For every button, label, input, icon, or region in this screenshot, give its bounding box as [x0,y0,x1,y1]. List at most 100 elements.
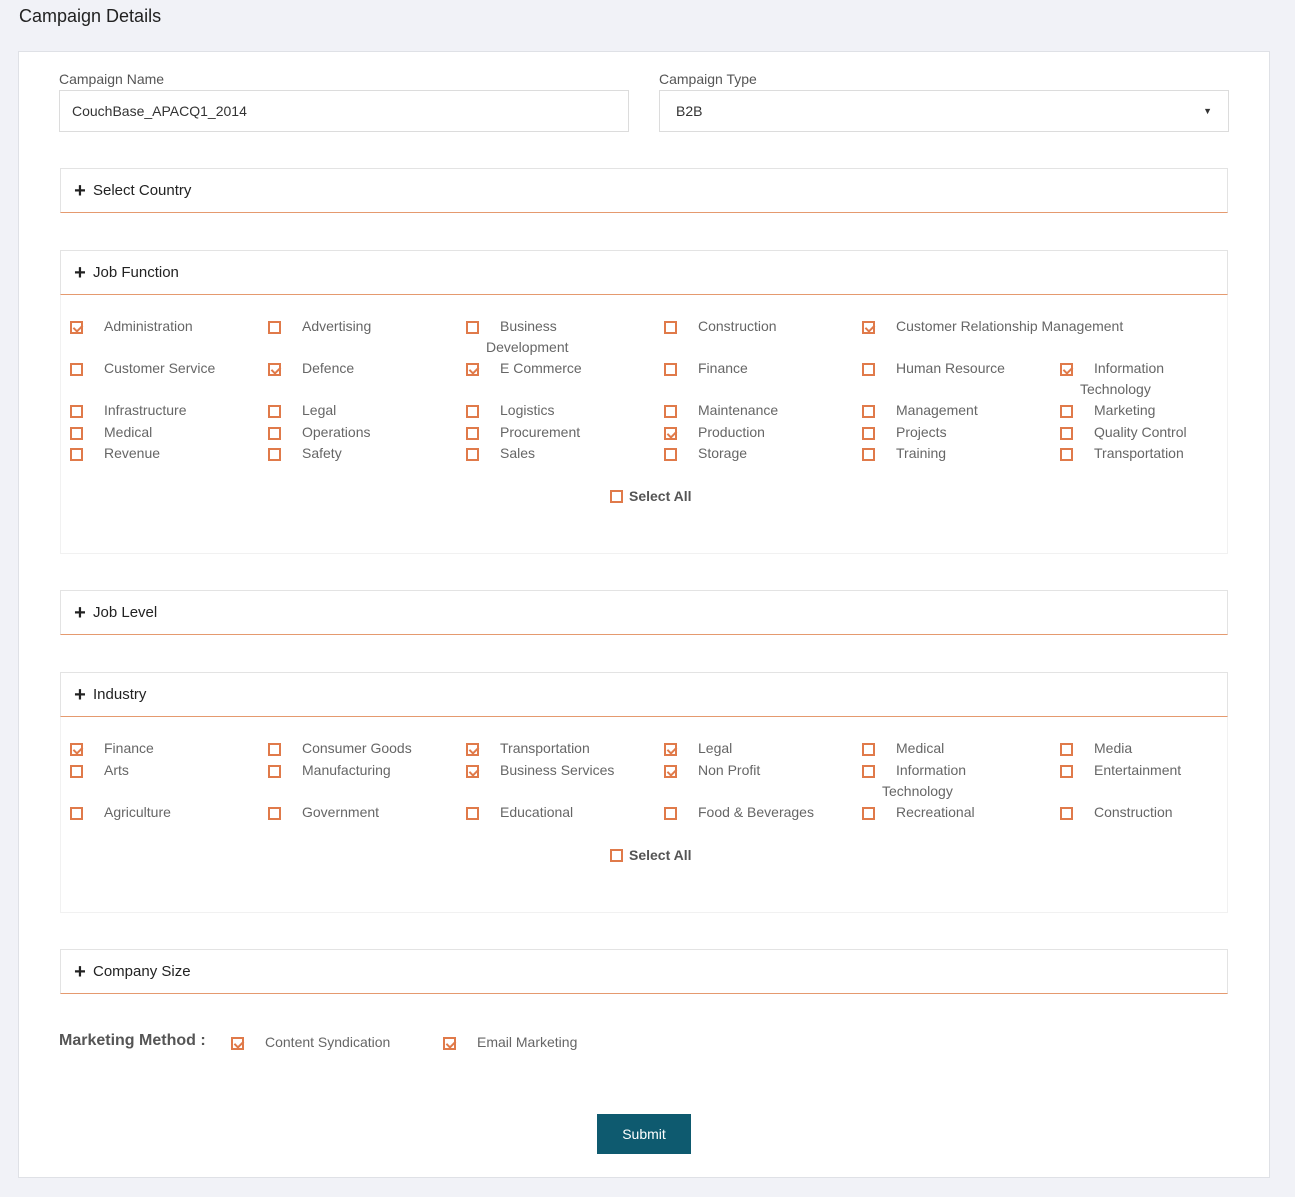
job-function-management-label[interactable]: Management [896,400,978,421]
job-function-finance-checkbox[interactable] [664,363,677,376]
industry-food-beverages-label[interactable]: Food & Beverages [698,802,814,823]
job-function-business-development-label[interactable]: Business Development [486,316,569,358]
job-function-finance-label[interactable]: Finance [698,358,748,379]
job-function-production-checkbox[interactable] [664,427,677,440]
marketing-method-email-marketing-checkbox[interactable] [443,1037,456,1050]
job-function-production-label[interactable]: Production [698,422,765,443]
industry-legal-checkbox[interactable] [664,743,677,756]
job-function-safety-checkbox[interactable] [268,448,281,461]
job-function-transportation-label[interactable]: Transportation [1094,443,1184,464]
job-function-marketing-checkbox[interactable] [1060,405,1073,418]
job-function-management-checkbox[interactable] [862,405,875,418]
industry-construction-checkbox[interactable] [1060,807,1073,820]
job-function-projects-checkbox[interactable] [862,427,875,440]
marketing-method-content-syndication-label[interactable]: Content Syndication [265,1032,390,1053]
industry-entertainment-checkbox[interactable] [1060,765,1073,778]
job-function-administration-label[interactable]: Administration [104,316,193,337]
submit-button[interactable]: Submit [597,1114,691,1154]
job-function-marketing-label[interactable]: Marketing [1094,400,1155,421]
job-function-customer-relationship-management-checkbox[interactable] [862,321,875,334]
industry-recreational-checkbox[interactable] [862,807,875,820]
job-function-sales-checkbox[interactable] [466,448,479,461]
industry-consumer-goods-label[interactable]: Consumer Goods [302,738,412,759]
industry-transportation-label[interactable]: Transportation [500,738,590,759]
job-function-select-all-checkbox[interactable] [610,490,623,503]
job-function-defence-label[interactable]: Defence [302,358,354,379]
marketing-method-content-syndication-checkbox[interactable] [231,1037,244,1050]
job-function-advertising-checkbox[interactable] [268,321,281,334]
industry-medical-checkbox[interactable] [862,743,875,756]
industry-arts-label[interactable]: Arts [104,760,129,781]
job-function-human-resource-checkbox[interactable] [862,363,875,376]
job-function-sales-label[interactable]: Sales [500,443,535,464]
job-function-maintenance-label[interactable]: Maintenance [698,400,778,421]
industry-construction-label[interactable]: Construction [1094,802,1173,823]
industry-manufacturing-checkbox[interactable] [268,765,281,778]
panel-company-size[interactable]: + Company Size [60,949,1228,994]
industry-manufacturing-label[interactable]: Manufacturing [302,760,391,781]
marketing-method-email-marketing-label[interactable]: Email Marketing [477,1032,577,1053]
industry-finance-checkbox[interactable] [70,743,83,756]
industry-non-profit-label[interactable]: Non Profit [698,760,760,781]
job-function-storage-label[interactable]: Storage [698,443,747,464]
job-function-select-all-label[interactable]: Select All [629,488,692,504]
job-function-maintenance-checkbox[interactable] [664,405,677,418]
industry-information-technology-checkbox[interactable] [862,765,875,778]
job-function-administration-checkbox[interactable] [70,321,83,334]
job-function-logistics-label[interactable]: Logistics [500,400,554,421]
industry-government-label[interactable]: Government [302,802,379,823]
job-function-medical-checkbox[interactable] [70,427,83,440]
industry-non-profit-checkbox[interactable] [664,765,677,778]
job-function-training-label[interactable]: Training [896,443,946,464]
panel-select-country[interactable]: + Select Country [60,168,1228,213]
panel-industry[interactable]: + Industry [60,672,1228,717]
job-function-infrastructure-label[interactable]: Infrastructure [104,400,186,421]
job-function-transportation-checkbox[interactable] [1060,448,1073,461]
job-function-e-commerce-label[interactable]: E Commerce [500,358,582,379]
industry-information-technology-label[interactable]: Information Technology [882,760,966,802]
job-function-customer-service-label[interactable]: Customer Service [104,358,215,379]
industry-select-all-checkbox[interactable] [610,849,623,862]
industry-educational-label[interactable]: Educational [500,802,573,823]
job-function-procurement-label[interactable]: Procurement [500,422,580,443]
industry-business-services-checkbox[interactable] [466,765,479,778]
industry-finance-label[interactable]: Finance [104,738,154,759]
job-function-quality-control-checkbox[interactable] [1060,427,1073,440]
industry-entertainment-label[interactable]: Entertainment [1094,760,1181,781]
campaign-type-select[interactable]: B2B ▼ [659,90,1229,132]
job-function-revenue-label[interactable]: Revenue [104,443,160,464]
industry-food-beverages-checkbox[interactable] [664,807,677,820]
job-function-legal-label[interactable]: Legal [302,400,336,421]
job-function-defence-checkbox[interactable] [268,363,281,376]
job-function-customer-relationship-management-label[interactable]: Customer Relationship Management [896,316,1123,337]
job-function-logistics-checkbox[interactable] [466,405,479,418]
job-function-medical-label[interactable]: Medical [104,422,152,443]
industry-agriculture-label[interactable]: Agriculture [104,802,171,823]
job-function-human-resource-label[interactable]: Human Resource [896,358,1005,379]
industry-legal-label[interactable]: Legal [698,738,732,759]
job-function-business-development-checkbox[interactable] [466,321,479,334]
industry-educational-checkbox[interactable] [466,807,479,820]
industry-arts-checkbox[interactable] [70,765,83,778]
job-function-revenue-checkbox[interactable] [70,448,83,461]
panel-job-level[interactable]: + Job Level [60,590,1228,635]
campaign-name-input[interactable] [59,90,629,132]
job-function-safety-label[interactable]: Safety [302,443,342,464]
industry-agriculture-checkbox[interactable] [70,807,83,820]
job-function-e-commerce-checkbox[interactable] [466,363,479,376]
job-function-customer-service-checkbox[interactable] [70,363,83,376]
job-function-quality-control-label[interactable]: Quality Control [1094,422,1187,443]
job-function-construction-label[interactable]: Construction [698,316,777,337]
industry-consumer-goods-checkbox[interactable] [268,743,281,756]
job-function-storage-checkbox[interactable] [664,448,677,461]
job-function-operations-checkbox[interactable] [268,427,281,440]
job-function-information-technology-checkbox[interactable] [1060,363,1073,376]
job-function-operations-label[interactable]: Operations [302,422,370,443]
industry-medical-label[interactable]: Medical [896,738,944,759]
job-function-information-technology-label[interactable]: Information Technology [1080,358,1164,400]
job-function-advertising-label[interactable]: Advertising [302,316,371,337]
job-function-legal-checkbox[interactable] [268,405,281,418]
job-function-projects-label[interactable]: Projects [896,422,947,443]
industry-government-checkbox[interactable] [268,807,281,820]
job-function-training-checkbox[interactable] [862,448,875,461]
